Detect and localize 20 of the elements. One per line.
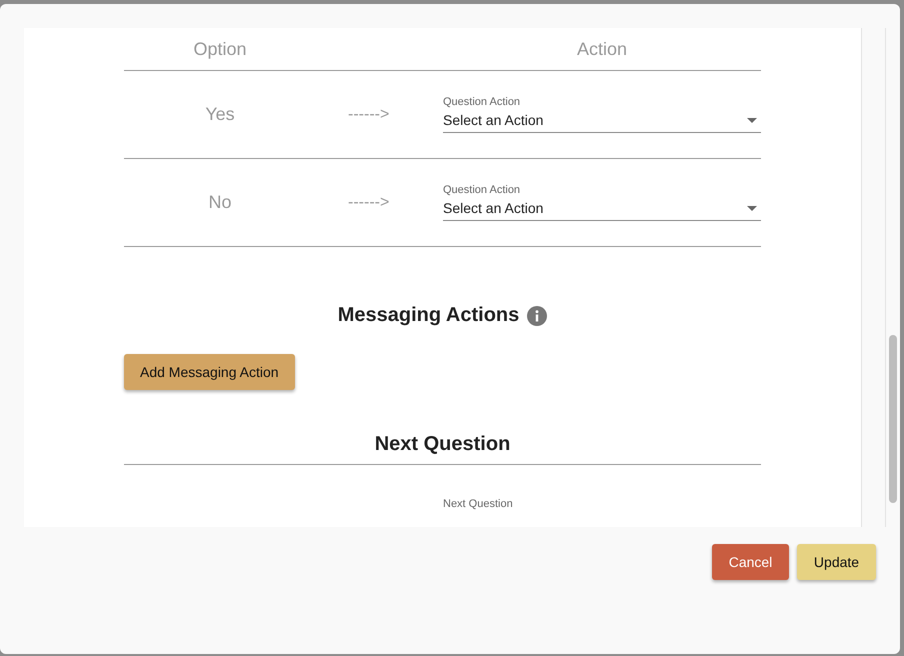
option-label: No — [207, 192, 232, 213]
section-title: Next Question — [374, 433, 510, 455]
column-header: Action — [576, 38, 628, 60]
info-icon[interactable] — [527, 306, 548, 326]
field-label: Next Question — [443, 498, 514, 510]
add-messaging-action-button[interactable]: Add Messaging Action — [124, 354, 295, 390]
scrollbar-thumb[interactable] — [889, 335, 897, 503]
primary-button[interactable]: Update — [797, 544, 876, 580]
column-header: Option — [192, 38, 248, 60]
field-label: Question Action — [443, 96, 522, 108]
arrow-text: ------> — [347, 106, 390, 124]
section-title: Messaging Actions — [338, 304, 520, 327]
field-label: Question Action — [443, 184, 522, 196]
option-label: Yes — [204, 104, 236, 125]
caret-icon — [747, 206, 757, 210]
cancel-button[interactable]: Cancel — [712, 544, 789, 580]
arrow-text: ------> — [347, 194, 390, 212]
action-dropdown[interactable]: Select an Action — [443, 108, 761, 133]
caret-icon — [747, 118, 757, 122]
action-dropdown[interactable]: Select an Action — [443, 196, 761, 221]
